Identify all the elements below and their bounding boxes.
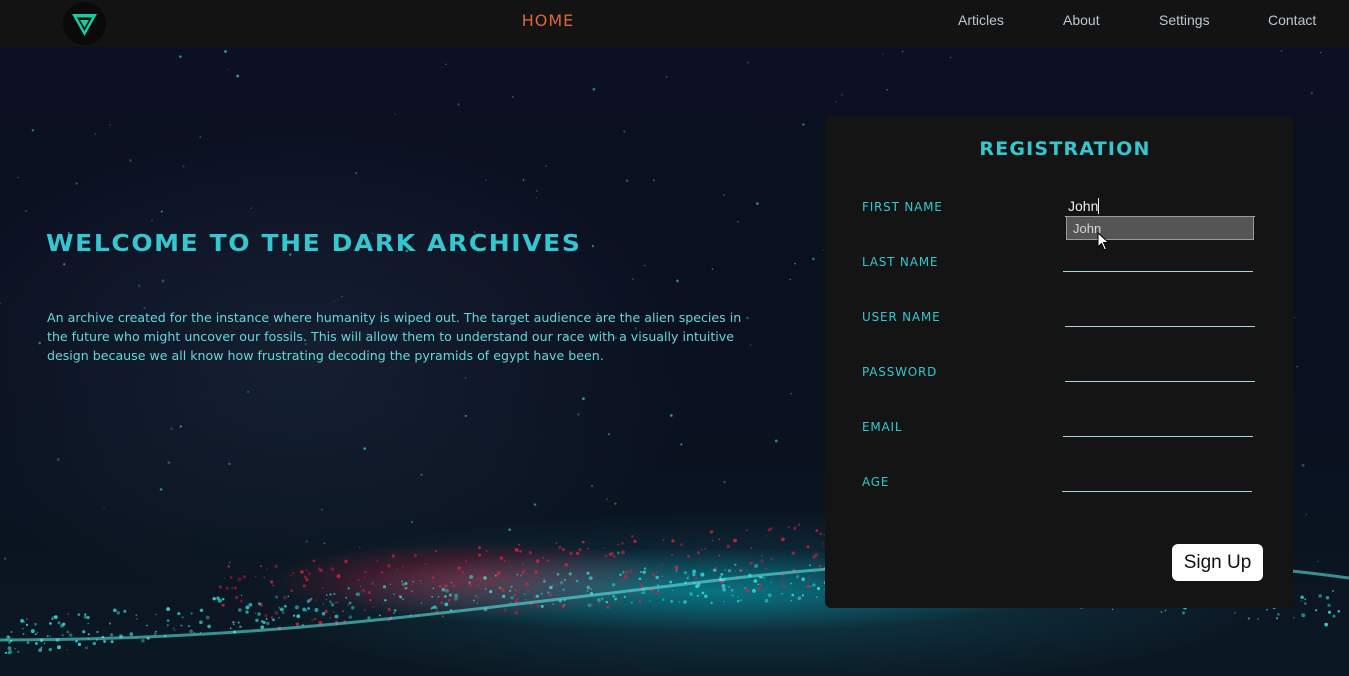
top-navbar: HOME Articles About Settings Contact [0, 0, 1349, 47]
page: HOME Articles About Settings Contact WEL… [0, 0, 1349, 676]
user-name-label: USER NAME [862, 310, 941, 324]
email-label: EMAIL [862, 420, 903, 434]
user-name-input[interactable] [1065, 305, 1255, 327]
password-input[interactable] [1065, 360, 1255, 382]
sign-up-button[interactable]: Sign Up [1172, 544, 1263, 581]
registration-title: REGISTRATION [979, 138, 1151, 160]
autocomplete-dropdown[interactable]: John [1066, 216, 1254, 240]
first-name-label: FIRST NAME [862, 200, 943, 214]
first-name-input[interactable] [1065, 195, 1255, 217]
nav-link-articles[interactable]: Articles [958, 12, 1004, 28]
registration-card: REGISTRATION FIRST NAME LAST NAME USER N… [825, 116, 1293, 608]
last-name-input[interactable] [1063, 250, 1253, 272]
hero-description: An archive created for the instance wher… [47, 310, 742, 363]
password-label: PASSWORD [862, 365, 938, 379]
last-name-label: LAST NAME [862, 255, 939, 269]
nav-link-contact[interactable]: Contact [1268, 12, 1316, 28]
age-label: AGE [862, 475, 890, 489]
logo-icon[interactable] [63, 2, 106, 45]
age-input[interactable] [1062, 470, 1252, 492]
text-caret [1098, 198, 1099, 214]
mouse-pointer-icon [1097, 232, 1110, 251]
nav-link-settings[interactable]: Settings [1159, 12, 1210, 28]
nav-home-link[interactable]: HOME [500, 11, 596, 30]
email-input[interactable] [1063, 415, 1253, 437]
nav-link-about[interactable]: About [1063, 12, 1100, 28]
hero-title: WELCOME TO THE DARK ARCHIVES [46, 230, 582, 257]
